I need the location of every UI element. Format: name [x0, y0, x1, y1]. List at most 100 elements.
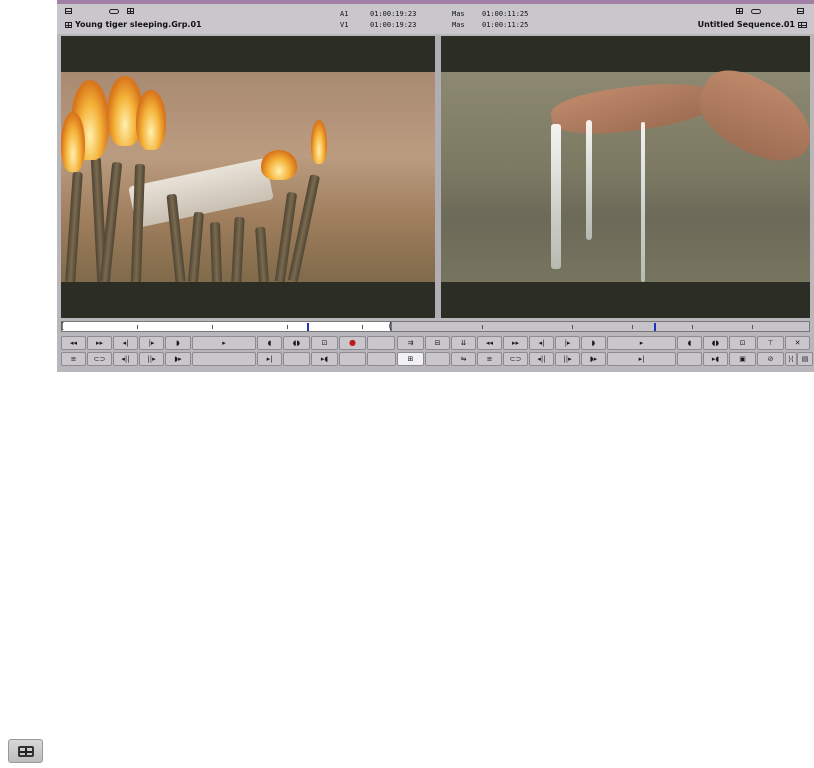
grid-icon[interactable] [127, 8, 134, 14]
record-sequence-name[interactable]: Untitled Sequence.01 [698, 20, 795, 30]
splice-in-icon: ⇉ [407, 339, 414, 347]
step-forward-button[interactable]: |▸ [139, 336, 164, 350]
clear-marks-button[interactable]: ⊡ [311, 336, 338, 350]
step-back-10-icon: ◂|| [121, 355, 130, 363]
menu-button[interactable]: ≡ [477, 352, 502, 366]
toggle-source-icon: ⊞ [407, 355, 414, 363]
clear-marks-button[interactable]: ⊡ [729, 336, 756, 350]
menu-icon: ≡ [486, 355, 493, 363]
empty-button[interactable] [367, 336, 395, 350]
clear-marks-icon: ⊡ [321, 339, 328, 347]
empty-button[interactable] [367, 352, 396, 366]
record-label-2: Mas [452, 21, 465, 29]
button-row-top: ◂◂ ▸▸ ◂| |▸ ◗ ▸ ◖ ◖◗ ⊡ ● ⇉ ⊟ ⇊ ◂◂ ▸▸ ◂| |▸ ◗ ▸ ◖ ◖◗ ⊡ ⊤ ✕ [57, 336, 814, 351]
mark-in-out-button[interactable]: ◖◗ [703, 336, 728, 350]
mark-in-button[interactable]: ◖ [677, 336, 702, 350]
replace-button[interactable]: ⟩⟨ [785, 352, 797, 366]
fast-forward-icon: ▸▸ [511, 339, 520, 347]
link-icon[interactable] [751, 9, 761, 14]
toggle-source-button[interactable]: ⊞ [397, 352, 424, 366]
go-to-in-icon: ▸| [638, 355, 645, 363]
step-forward-10-button[interactable]: ||▸ [139, 352, 164, 366]
step-back-10-icon: ◂|| [537, 355, 546, 363]
mark-in-out-button[interactable]: ◖◗ [283, 336, 310, 350]
rewind-button[interactable]: ◂◂ [61, 336, 86, 350]
splice-in-button[interactable]: ⇉ [397, 336, 424, 350]
source-monitor[interactable] [61, 36, 435, 318]
track-v1-label: V1 [340, 21, 349, 29]
grid-icon[interactable] [736, 8, 743, 14]
add-marker-button[interactable]: ● [339, 336, 366, 350]
rewind-icon: ◂◂ [485, 339, 494, 347]
fast-forward-button[interactable]: ▸▸ [87, 336, 112, 350]
delete-button[interactable]: ⊘ [757, 352, 784, 366]
step-forward-button[interactable]: |▸ [555, 336, 580, 350]
copy-button[interactable]: ▤ [797, 352, 813, 366]
go-to-out-button[interactable]: ◗▸ [581, 352, 606, 366]
empty-button[interactable] [283, 352, 310, 366]
fast-forward-button[interactable]: ▸▸ [503, 336, 528, 350]
step-back-button[interactable]: ◂| [113, 336, 138, 350]
play-button[interactable]: ▸ [192, 336, 256, 350]
clear-marks-icon: ⊡ [739, 339, 746, 347]
play-reverse-button[interactable]: ◗ [165, 336, 191, 350]
tc-a1: 01:00:19:23 [370, 10, 417, 18]
empty-button[interactable] [425, 352, 450, 366]
go-to-out-icon: ◗▸ [174, 355, 182, 363]
empty-button[interactable] [677, 352, 702, 366]
link-icon[interactable] [109, 9, 119, 14]
menu-button[interactable]: ≡ [61, 352, 86, 366]
menu-icon[interactable] [797, 8, 804, 14]
go-to-in-icon: ▸| [266, 355, 273, 363]
link-button[interactable]: ⊂⊃ [87, 352, 112, 366]
mark-in-icon: ◖ [267, 339, 272, 347]
mark-in-icon: ◖ [687, 339, 692, 347]
match-frame-button[interactable]: ▸◖ [703, 352, 728, 366]
step-back-icon: ◂| [538, 339, 545, 347]
overwrite-icon: ⇊ [460, 339, 467, 347]
monitor-layout-button[interactable] [8, 739, 43, 763]
mark-clip-button[interactable]: ▣ [729, 352, 756, 366]
step-back-10-button[interactable]: ◂|| [529, 352, 554, 366]
mark-in-button[interactable]: ◖ [257, 336, 282, 350]
go-to-in-button[interactable]: ▸| [257, 352, 282, 366]
lift-button[interactable]: ⊟ [425, 336, 450, 350]
source-position-indicator[interactable] [307, 323, 309, 331]
play-button[interactable]: ▸ [607, 336, 676, 350]
record-label-1: Mas [452, 10, 465, 18]
empty-button[interactable] [339, 352, 366, 366]
close-button[interactable]: ✕ [785, 336, 810, 350]
record-position-bar[interactable] [391, 321, 810, 332]
mark-in-indicator: [ [61, 322, 65, 332]
step-forward-10-icon: ||▸ [563, 355, 572, 363]
match-frame-icon: ▸◖ [711, 355, 720, 363]
play-icon: ▸ [639, 339, 644, 347]
fast-forward-icon: ▸▸ [95, 339, 104, 347]
overwrite-button[interactable]: ⇊ [451, 336, 476, 350]
match-frame-button[interactable]: ▸◖ [311, 352, 338, 366]
record-position-indicator[interactable] [654, 323, 656, 331]
source-clip-name[interactable]: Young tiger sleeping.Grp.01 [75, 20, 202, 30]
record-monitor[interactable] [441, 36, 810, 318]
trim-icon: ⊤ [767, 339, 774, 347]
menu-icon[interactable] [65, 8, 72, 14]
empty-button[interactable] [192, 352, 256, 366]
trim-button[interactable]: ⊤ [757, 336, 784, 350]
record-tc-2: 01:00:11:25 [482, 21, 529, 29]
source-video-frame [61, 72, 435, 283]
step-back-button[interactable]: ◂| [529, 336, 554, 350]
link-button[interactable]: ⊂⊃ [503, 352, 528, 366]
sequence-icon [798, 22, 807, 28]
step-back-10-button[interactable]: ◂|| [113, 352, 138, 366]
play-reverse-button[interactable]: ◗ [581, 336, 606, 350]
step-forward-10-button[interactable]: ||▸ [555, 352, 580, 366]
go-to-out-button[interactable]: ◗▸ [165, 352, 191, 366]
link-icon: ⊂⊃ [93, 355, 106, 363]
lift-icon: ⊟ [434, 339, 441, 347]
go-to-in-button[interactable]: ▸| [607, 352, 676, 366]
mark-in-out-icon: ◖◗ [711, 339, 720, 347]
sync-button[interactable]: ⇋ [451, 352, 476, 366]
rewind-button[interactable]: ◂◂ [477, 336, 502, 350]
source-position-bar[interactable]: [ ( [61, 321, 392, 332]
match-frame-icon: ▸◖ [320, 355, 329, 363]
